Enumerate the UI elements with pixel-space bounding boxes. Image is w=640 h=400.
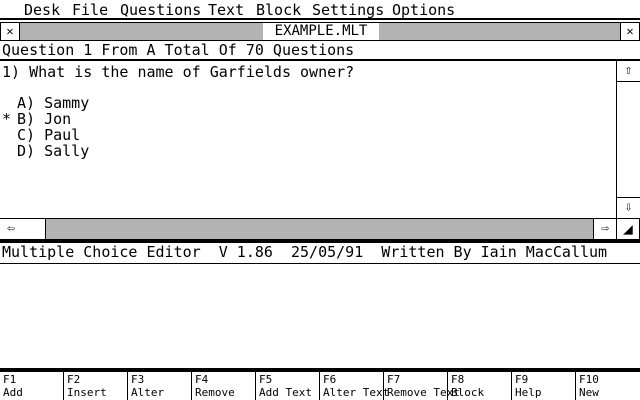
fkey-label: Insert [67, 386, 107, 399]
horizontal-scroll-track[interactable] [46, 219, 594, 239]
fkey-label: Alter [131, 386, 165, 399]
fkey-number: F5 [259, 373, 273, 386]
menu-file[interactable]: File [72, 0, 108, 20]
fkey-number: F2 [67, 373, 81, 386]
fkey-label: Remove [195, 386, 235, 399]
menu-questions[interactable]: Questions [120, 0, 201, 20]
question-content-area[interactable]: 1) What is the name of Garfields owner? … [0, 61, 616, 218]
vertical-scrollbar[interactable]: ⇧ ⇩ [616, 61, 640, 218]
menu-bar: Desk File Questions Text Block Settings … [0, 0, 640, 20]
fkey-help-button[interactable]: F9 Help [512, 372, 576, 400]
scroll-left-arrow-icon[interactable]: ⇦ [0, 219, 23, 239]
fkey-label: Alter Text [323, 386, 390, 399]
window-title: EXAMPLE.MLT [263, 23, 379, 40]
fkey-label: Add [3, 386, 23, 399]
fkey-remove-button[interactable]: F4 Remove [192, 372, 256, 400]
resize-icon[interactable]: ◢ [617, 219, 639, 239]
close-box-icon[interactable]: ✕ [1, 23, 20, 40]
menu-options[interactable]: Options [392, 0, 455, 20]
fkey-alter-text-button[interactable]: F6 Alter Text [320, 372, 389, 400]
menu-block[interactable]: Block [256, 0, 301, 20]
status-line: Multiple Choice Editor V 1.86 25/05/91 W… [0, 240, 640, 264]
fkey-label: Help [515, 386, 542, 399]
answer-option-b[interactable]: B) Jon [17, 111, 71, 127]
fkey-number: F7 [387, 373, 401, 386]
window-title-bar[interactable]: ✕ EXAMPLE.MLT ✕ [0, 22, 640, 41]
question-text: 1) What is the name of Garfields owner? [2, 63, 355, 81]
fkey-number: F8 [451, 373, 465, 386]
fuller-box-icon[interactable]: ✕ [620, 23, 639, 40]
correct-answer-marker: * [2, 110, 12, 128]
fkey-label: Add Text [259, 386, 312, 399]
horizontal-scroll-thumb[interactable] [22, 219, 46, 239]
fkey-number: F10 [579, 373, 599, 386]
scroll-right-arrow-icon[interactable]: ⇨ [593, 219, 616, 239]
fkey-number: F6 [323, 373, 337, 386]
fkey-alter-button[interactable]: F3 Alter [128, 372, 192, 400]
function-key-bar: F1 Add F2 Insert F3 Alter F4 Remove F5 Add Te… [0, 368, 640, 400]
menu-settings[interactable]: Settings [312, 0, 384, 20]
horizontal-scrollbar[interactable]: ⇦ ⇨ [0, 218, 616, 240]
fkey-number: F4 [195, 373, 209, 386]
fkey-number: F1 [3, 373, 17, 386]
fkey-label: New [579, 386, 599, 399]
fkey-block-button[interactable]: F8 Block [448, 372, 512, 400]
fkey-number: F3 [131, 373, 145, 386]
fkey-remove-text-button[interactable]: F7 Remove Text [384, 372, 460, 400]
fkey-new-button[interactable]: F10 New [576, 372, 640, 400]
answer-option-c[interactable]: C) Paul [17, 127, 80, 143]
fkey-label: Block [451, 386, 485, 399]
fkey-number: F9 [515, 373, 529, 386]
fkey-add-text-button[interactable]: F5 Add Text [256, 372, 320, 400]
scroll-down-arrow-icon[interactable]: ⇩ [617, 197, 640, 218]
vertical-scroll-track[interactable] [617, 82, 640, 197]
answer-option-d[interactable]: D) Sally [17, 143, 89, 159]
menu-desk[interactable]: Desk [24, 0, 60, 20]
fkey-insert-button[interactable]: F2 Insert [64, 372, 128, 400]
scroll-up-arrow-icon[interactable]: ⇧ [617, 61, 640, 82]
fkey-add-button[interactable]: F1 Add [0, 372, 64, 400]
answer-option-a[interactable]: A) Sammy [17, 95, 89, 111]
menu-text[interactable]: Text [208, 0, 244, 20]
size-box[interactable]: ◢ [616, 218, 640, 240]
question-count-header: Question 1 From A Total Of 70 Questions [0, 41, 640, 61]
